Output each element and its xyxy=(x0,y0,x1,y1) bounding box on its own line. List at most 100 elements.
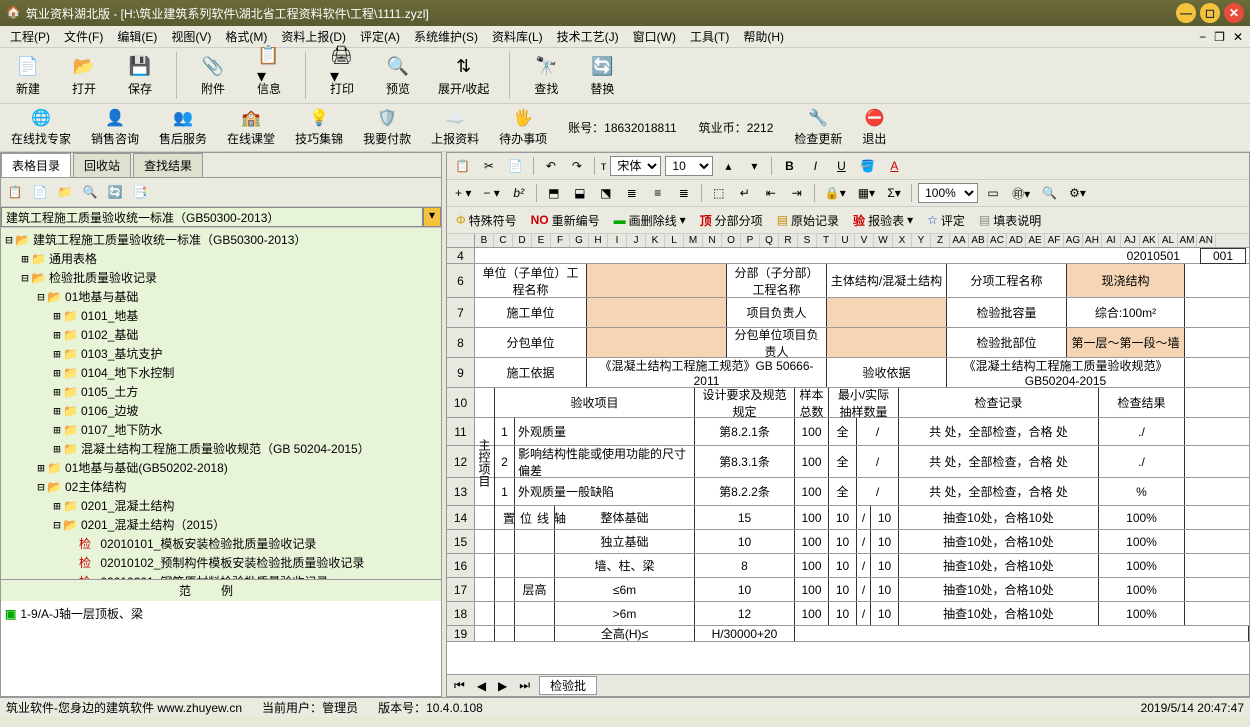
attach-button[interactable]: 📎附件 xyxy=(193,52,233,99)
mdi-restore[interactable]: ❐ xyxy=(1211,30,1228,44)
left-btn-2[interactable]: 📄 xyxy=(29,181,51,203)
tree-node[interactable]: 0201_混凝土结构（2015） xyxy=(79,518,227,532)
tree-node[interactable]: 检验批质量验收记录 xyxy=(47,271,159,285)
exit-button[interactable]: ⛔退出 xyxy=(859,107,889,148)
tab-search[interactable]: 查找结果 xyxy=(133,153,203,177)
new-button[interactable]: 📄新建 xyxy=(8,52,48,99)
left-btn-3[interactable]: 📁 xyxy=(54,181,76,203)
left-btn-6[interactable]: 📑 xyxy=(129,181,151,203)
tree-node[interactable]: 混凝土结构工程施工质量验收规范（GB 50204-2015） xyxy=(79,442,372,456)
italic-button[interactable]: I xyxy=(804,155,826,177)
indent-inc[interactable]: ⇥ xyxy=(786,182,808,204)
tree-node[interactable]: 0101_地基 xyxy=(79,309,140,323)
cut-button[interactable]: ✂ xyxy=(478,155,500,177)
tree-node[interactable]: 01地基与基础(GB50202-2018) xyxy=(63,461,230,475)
sheet-last[interactable]: ⏭ xyxy=(516,678,533,693)
check-update-button[interactable]: 🔧检查更新 xyxy=(791,107,845,148)
align-mid[interactable]: ⬓ xyxy=(569,182,591,204)
menu-tools[interactable]: 工具(T) xyxy=(684,26,735,47)
sum-button[interactable]: Σ▾ xyxy=(883,182,905,204)
tree-node[interactable]: 0103_基坑支护 xyxy=(79,347,164,361)
menu-format[interactable]: 格式(M) xyxy=(219,26,273,47)
expand-button[interactable]: ⇅展开/收起 xyxy=(434,52,493,99)
service-button[interactable]: 👥售后服务 xyxy=(156,107,210,148)
border-button[interactable]: ▦▾ xyxy=(854,182,879,204)
sheet-tab[interactable]: 检验批 xyxy=(539,676,597,695)
sheet-prev[interactable]: ◀ xyxy=(474,679,489,693)
tree-view[interactable]: ⊟📂建筑工程施工质量验收统一标准（GB50300-2013） ⊞📁通用表格 ⊟📂… xyxy=(1,228,441,579)
plus-button[interactable]: + ▾ xyxy=(451,182,475,204)
maximize-button[interactable]: ◻ xyxy=(1200,3,1220,23)
search-cell[interactable]: 🔍 xyxy=(1038,182,1061,204)
menu-help[interactable]: 帮助(H) xyxy=(737,26,790,47)
class-button[interactable]: 🏫在线课堂 xyxy=(224,107,278,148)
size-up[interactable]: ▴ xyxy=(717,155,739,177)
minimize-button[interactable]: — xyxy=(1176,3,1196,23)
pay-button[interactable]: 🛡️我要付款 xyxy=(360,107,414,148)
expert-button[interactable]: 🌐在线找专家 xyxy=(8,107,74,148)
minus-button[interactable]: − ▾ xyxy=(479,182,503,204)
specchar-button[interactable]: Φ特殊符号 xyxy=(451,209,522,231)
menu-window[interactable]: 窗口(W) xyxy=(627,26,682,47)
tree-node[interactable]: 0102_基础 xyxy=(79,328,140,342)
tree-leaf[interactable]: 02010101_模板安装检验批质量验收记录 xyxy=(98,537,318,551)
open-button[interactable]: 📂打开 xyxy=(64,52,104,99)
standard-input[interactable] xyxy=(1,207,423,227)
row-header[interactable]: 4 xyxy=(447,248,475,263)
filldesc-button[interactable]: ▤填表说明 xyxy=(974,209,1046,231)
sheet-next[interactable]: ▶ xyxy=(495,679,510,693)
align-right[interactable]: ≣ xyxy=(673,182,695,204)
mdi-close[interactable]: ✕ xyxy=(1230,30,1246,44)
menu-view[interactable]: 视图(V) xyxy=(165,26,217,47)
sup-button[interactable]: b² xyxy=(508,182,530,204)
save-button[interactable]: 💾保存 xyxy=(120,52,160,99)
spreadsheet[interactable]: BCDEFGHIJKLMNOPQRSTUVWXYZAAABACADAEAFAGA… xyxy=(447,234,1249,674)
indent-dec[interactable]: ⇤ xyxy=(760,182,782,204)
left-btn-5[interactable]: 🔄 xyxy=(104,181,126,203)
tree-node[interactable]: 0104_地下水控制 xyxy=(79,366,176,380)
align-left[interactable]: ≣ xyxy=(621,182,643,204)
standard-combo[interactable]: ▾ xyxy=(1,207,441,228)
info-button[interactable]: 📋▾信息 xyxy=(249,52,289,99)
size-select[interactable]: 10 xyxy=(665,156,713,176)
font-color-button[interactable]: A xyxy=(883,155,905,177)
wrap-button[interactable]: ↵ xyxy=(734,182,756,204)
menu-sysmaint[interactable]: 系统维护(S) xyxy=(408,26,484,47)
undo-button[interactable]: ↶ xyxy=(540,155,562,177)
close-button[interactable]: ✕ xyxy=(1224,3,1244,23)
upload-button[interactable]: ☁️上报资料 xyxy=(428,107,482,148)
example-item[interactable]: ▣1-9/A-J轴一层顶板、梁 xyxy=(4,604,438,623)
tab-catalog[interactable]: 表格目录 xyxy=(1,153,71,177)
menu-edit[interactable]: 编辑(E) xyxy=(111,26,163,47)
align-center[interactable]: ≡ xyxy=(647,182,669,204)
menu-library[interactable]: 资料库(L) xyxy=(486,26,549,47)
rawrec-button[interactable]: ▤原始记录 xyxy=(772,209,844,231)
tree-node[interactable]: 0107_地下防水 xyxy=(79,423,164,437)
renum-button[interactable]: NO重新编号 xyxy=(526,209,605,231)
print-button[interactable]: 🖨▾打印 xyxy=(322,52,362,99)
sheet-first[interactable]: ⏮ xyxy=(451,678,468,693)
fill-color-button[interactable]: 🪣 xyxy=(856,155,879,177)
align-bot[interactable]: ⬔ xyxy=(595,182,617,204)
section-button[interactable]: 顶分部分项 xyxy=(695,209,768,231)
tree-node[interactable]: 通用表格 xyxy=(47,252,99,266)
tree-node[interactable]: 0105_土方 xyxy=(79,385,140,399)
paste-button[interactable]: 📄 xyxy=(504,155,527,177)
todo-button[interactable]: 🖐️待办事项 xyxy=(496,107,550,148)
fit-button[interactable]: ▭ xyxy=(982,182,1004,204)
sales-button[interactable]: 👤销售咨询 xyxy=(88,107,142,148)
menu-project[interactable]: 工程(P) xyxy=(4,26,56,47)
align-top[interactable]: ⬒ xyxy=(543,182,565,204)
combo-dropdown[interactable]: ▾ xyxy=(423,207,441,227)
swap-button[interactable]: 🔄替换 xyxy=(582,52,622,99)
left-btn-4[interactable]: 🔍 xyxy=(79,181,101,203)
lock-button[interactable]: 🔒▾ xyxy=(821,182,850,204)
tab-recycle[interactable]: 回收站 xyxy=(73,153,131,177)
report-button[interactable]: 验报验表▾ xyxy=(848,209,918,231)
tree-root[interactable]: 建筑工程施工质量验收统一标准（GB50300-2013） xyxy=(31,233,308,247)
tree-node[interactable]: 0106_边坡 xyxy=(79,404,140,418)
left-btn-1[interactable]: 📋 xyxy=(4,181,26,203)
menu-tech[interactable]: 技术工艺(J) xyxy=(551,26,625,47)
find-button[interactable]: 🔭查找 xyxy=(526,52,566,99)
delimg-button[interactable]: ▬画删除线▾ xyxy=(609,209,691,231)
